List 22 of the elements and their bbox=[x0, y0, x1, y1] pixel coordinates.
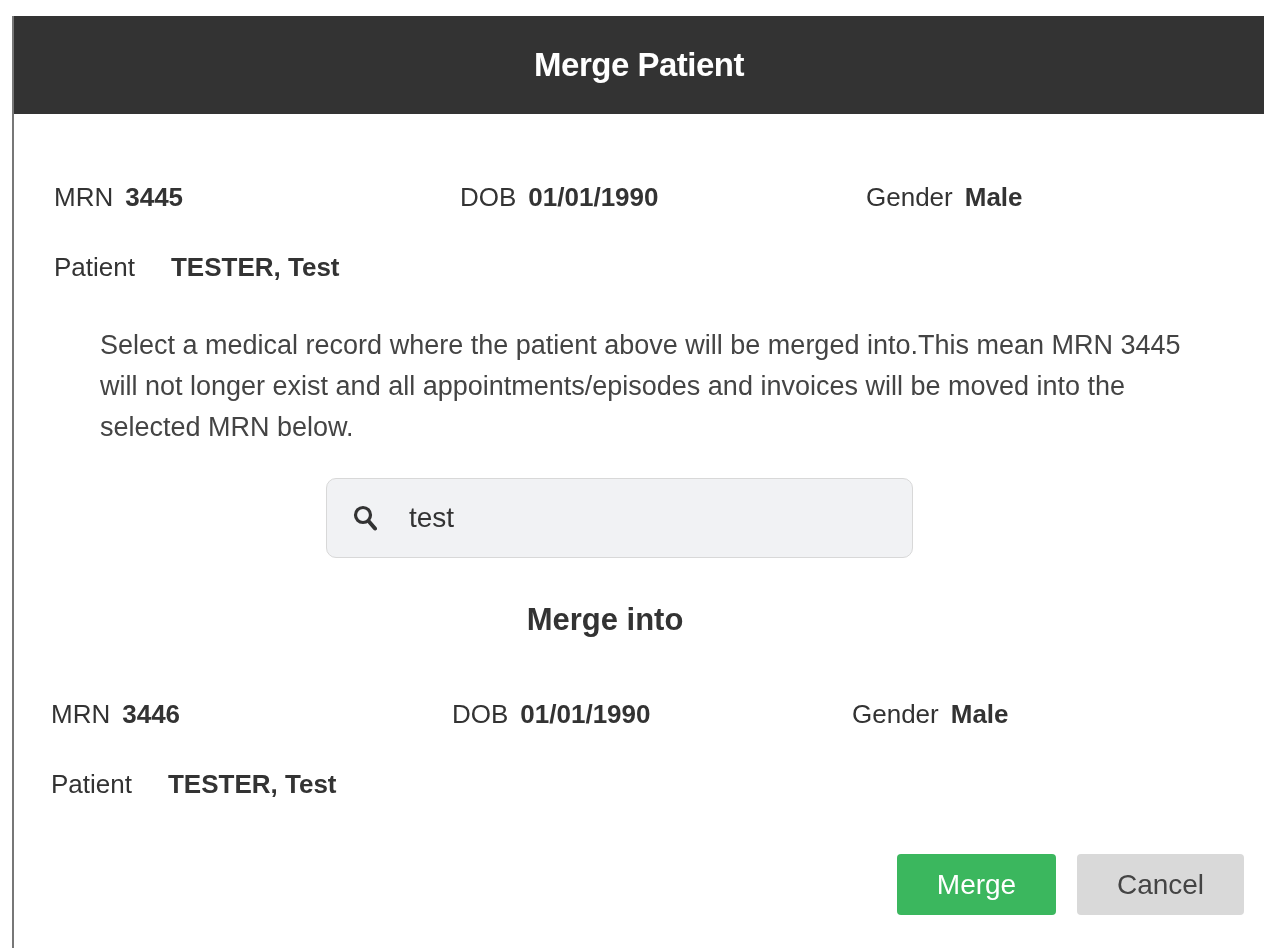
field-label: Gender bbox=[852, 699, 939, 729]
field-value: Male bbox=[950, 699, 1009, 729]
field-value: 3445 bbox=[125, 182, 184, 212]
field-value: 01/01/1990 bbox=[520, 699, 651, 729]
instructions-text: Select a medical record where the patient above will be merged into.This mean MRN 3445 will not longer exist and all appointments/episodes and invoices will be moved into the selected MRN below. bbox=[100, 329, 1182, 444]
field-value: Male bbox=[964, 182, 1023, 212]
field-label: Gender bbox=[866, 182, 953, 212]
dialog-title: Merge Patient bbox=[534, 46, 744, 84]
field-value: TESTER, Test bbox=[167, 769, 337, 799]
search-field[interactable]: test bbox=[326, 478, 913, 558]
cancel-button[interactable]: Cancel bbox=[1077, 854, 1244, 915]
field-value: 3446 bbox=[122, 699, 181, 729]
section-heading: Merge into bbox=[525, 602, 685, 638]
field-label: Patient bbox=[54, 252, 135, 282]
field-label: MRN bbox=[51, 699, 111, 729]
field-value: TESTER, Test bbox=[170, 252, 340, 282]
field-label: DOB bbox=[452, 699, 509, 729]
field-label: MRN bbox=[54, 182, 114, 212]
field-value: 01/01/1990 bbox=[528, 182, 659, 212]
field-label: DOB bbox=[460, 182, 517, 212]
field-label: Patient bbox=[51, 769, 132, 799]
search-icon bbox=[353, 505, 377, 531]
